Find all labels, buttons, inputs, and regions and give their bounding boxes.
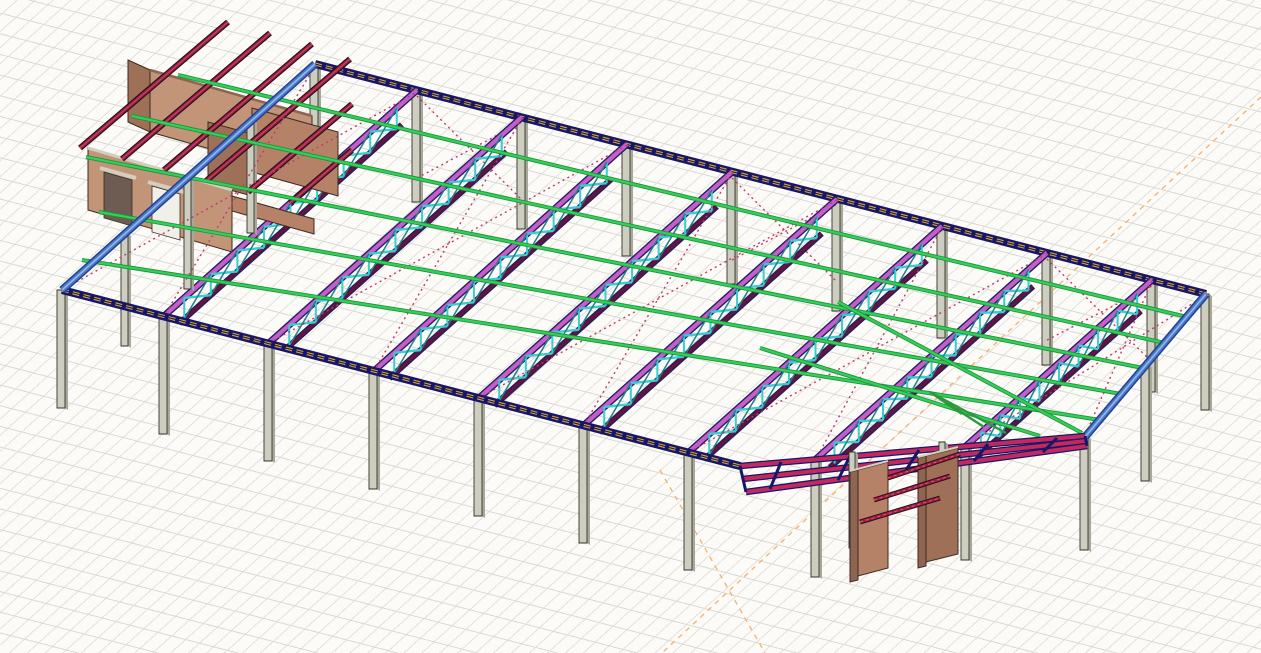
structural-model-canvas[interactable] [0,0,1261,653]
canopy-frame[interactable] [740,436,1087,492]
model-viewport[interactable] [0,0,1261,653]
